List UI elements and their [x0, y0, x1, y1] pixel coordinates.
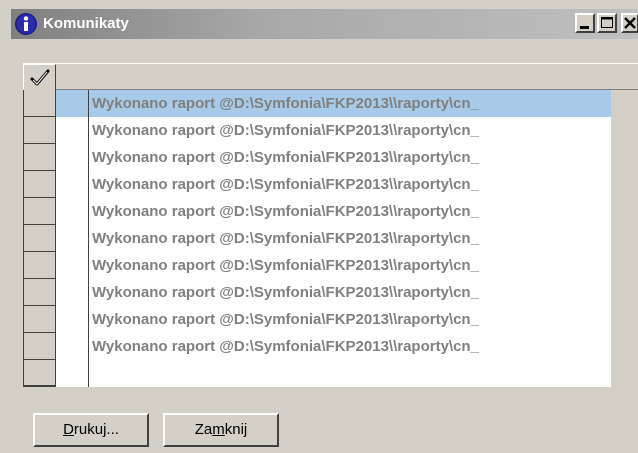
empty-row [23, 360, 611, 387]
row-check-cell[interactable] [56, 198, 89, 225]
message-text [89, 360, 611, 387]
row-check-cell[interactable] [56, 279, 89, 306]
table-row[interactable]: Wykonano raport @D:\Symfonia\FKP2013\\ra… [23, 306, 611, 333]
table-row[interactable]: Wykonano raport @D:\Symfonia\FKP2013\\ra… [23, 90, 611, 117]
title-bar[interactable]: Komunikaty [11, 9, 638, 39]
close-icon [624, 17, 636, 29]
row-check-cell[interactable] [56, 333, 89, 360]
message-text: Wykonano raport @D:\Symfonia\FKP2013\\ra… [89, 252, 611, 279]
message-text: Wykonano raport @D:\Symfonia\FKP2013\\ra… [89, 279, 611, 306]
row-selector[interactable] [23, 252, 56, 279]
table-row[interactable]: Wykonano raport @D:\Symfonia\FKP2013\\ra… [23, 171, 611, 198]
checkmark-icon [30, 69, 50, 86]
row-selector [23, 360, 56, 387]
row-selector[interactable] [23, 225, 56, 252]
row-check-cell[interactable] [56, 225, 89, 252]
message-text: Wykonano raport @D:\Symfonia\FKP2013\\ra… [89, 306, 611, 333]
print-label-mnemonic: D [63, 421, 74, 438]
message-text: Wykonano raport @D:\Symfonia\FKP2013\\ra… [89, 117, 611, 144]
message-text: Wykonano raport @D:\Symfonia\FKP2013\\ra… [89, 90, 611, 117]
close-label-post: knij [224, 421, 248, 438]
table-row[interactable]: Wykonano raport @D:\Symfonia\FKP2013\\ra… [23, 225, 611, 252]
close-window-button[interactable] [621, 13, 638, 33]
close-label-mnemonic: m [212, 421, 225, 438]
window-title: Komunikaty [43, 15, 129, 32]
table-row[interactable]: Wykonano raport @D:\Symfonia\FKP2013\\ra… [23, 279, 611, 306]
close-label-pre: Za [194, 421, 213, 438]
row-check-cell[interactable] [56, 171, 89, 198]
maximize-button[interactable] [597, 13, 617, 33]
message-text: Wykonano raport @D:\Symfonia\FKP2013\\ra… [89, 198, 611, 225]
minimize-icon [580, 26, 589, 29]
row-check-cell[interactable] [56, 117, 89, 144]
table-row[interactable]: Wykonano raport @D:\Symfonia\FKP2013\\ra… [23, 198, 611, 225]
message-text: Wykonano raport @D:\Symfonia\FKP2013\\ra… [89, 225, 611, 252]
komunikaty-window: Komunikaty Wykonano raport @D:\Symfonia\… [0, 0, 638, 453]
row-selector[interactable] [23, 306, 56, 333]
info-icon [15, 13, 37, 35]
grid-rows: Wykonano raport @D:\Symfonia\FKP2013\\ra… [23, 90, 611, 387]
row-selector[interactable] [23, 333, 56, 360]
print-button[interactable]: Drukuj... [33, 413, 149, 447]
table-row[interactable]: Wykonano raport @D:\Symfonia\FKP2013\\ra… [23, 333, 611, 360]
messages-grid[interactable]: Wykonano raport @D:\Symfonia\FKP2013\\ra… [23, 63, 638, 391]
minimize-button[interactable] [575, 13, 595, 33]
row-selector[interactable] [23, 90, 56, 117]
row-check-cell[interactable] [56, 306, 89, 333]
message-text: Wykonano raport @D:\Symfonia\FKP2013\\ra… [89, 333, 611, 360]
table-row[interactable]: Wykonano raport @D:\Symfonia\FKP2013\\ra… [23, 117, 611, 144]
row-check-cell[interactable] [56, 144, 89, 171]
row-selector[interactable] [23, 144, 56, 171]
row-check-cell [56, 360, 89, 387]
row-check-cell[interactable] [56, 252, 89, 279]
row-check-cell[interactable] [56, 90, 89, 117]
message-column-header[interactable] [56, 64, 638, 91]
message-text: Wykonano raport @D:\Symfonia\FKP2013\\ra… [89, 171, 611, 198]
message-text: Wykonano raport @D:\Symfonia\FKP2013\\ra… [89, 144, 611, 171]
table-row[interactable]: Wykonano raport @D:\Symfonia\FKP2013\\ra… [23, 252, 611, 279]
print-label-post: rukuj... [73, 421, 119, 438]
row-selector[interactable] [23, 171, 56, 198]
row-selector[interactable] [23, 279, 56, 306]
row-selector[interactable] [23, 198, 56, 225]
table-row[interactable]: Wykonano raport @D:\Symfonia\FKP2013\\ra… [23, 144, 611, 171]
close-button[interactable]: Zamknij [163, 413, 279, 447]
row-selector[interactable] [23, 117, 56, 144]
grid-header [23, 63, 638, 91]
maximize-icon [601, 17, 613, 28]
select-all-header[interactable] [23, 64, 56, 91]
